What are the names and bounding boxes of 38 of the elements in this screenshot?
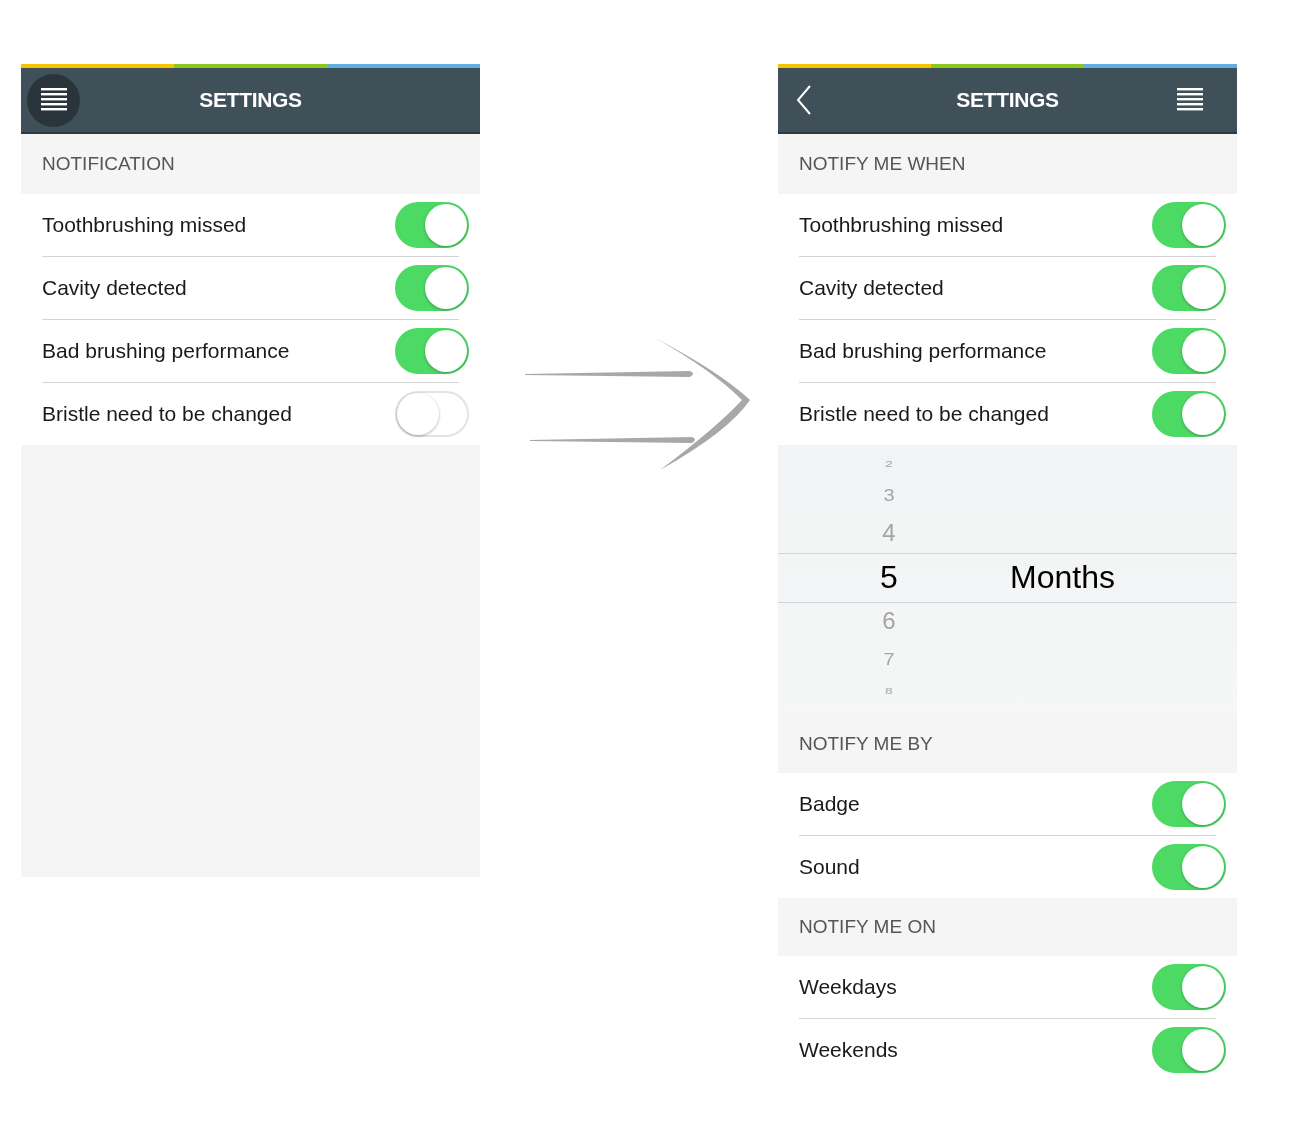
toggle-switch[interactable] [1152,202,1226,248]
setting-label: Weekends [799,1038,898,1062]
setting-label: Sound [799,855,860,879]
picker-value[interactable]: 7 [883,643,895,675]
toggle-switch[interactable] [1152,328,1226,374]
picker-value[interactable]: 4 [882,513,896,553]
setting-label: Badge [799,792,860,816]
setting-label: Bristle need to be changed [799,402,1049,426]
toggle-switch[interactable] [395,265,469,311]
toggle-switch[interactable] [1152,781,1226,827]
picker-value[interactable]: 6 [882,601,896,641]
setting-label: Bad brushing performance [799,339,1047,363]
setting-label: Bad brushing performance [42,339,290,363]
setting-label: Cavity detected [799,276,944,300]
setting-label: Toothbrushing missed [42,213,247,237]
toggle-switch[interactable] [395,202,469,248]
menu-icon [1177,87,1203,113]
screen-title: SETTINGS [199,88,302,112]
toggle-switch[interactable] [1152,844,1226,890]
screen-title: SETTINGS [956,88,1059,112]
toggle-switch[interactable] [395,391,469,437]
back-icon [796,85,812,115]
menu-button[interactable] [27,73,80,127]
toggle-switch[interactable] [395,328,469,374]
menu-icon [40,87,67,113]
picker-value[interactable]: 8 [885,680,893,700]
setting-label: Bristle need to be changed [42,402,292,426]
picker-value[interactable]: 3 [883,479,895,511]
picker-value[interactable]: 5 [880,553,898,601]
picker-value[interactable]: 2 [885,454,893,474]
toggle-switch[interactable] [1152,391,1226,437]
unit-label: Months [1010,557,1115,597]
toggle-switch[interactable] [1152,265,1226,311]
setting-label: Cavity detected [42,276,187,300]
setting-label: Toothbrushing missed [799,213,1004,237]
toggle-switch[interactable] [1152,1027,1226,1073]
setting-label: Weekdays [799,975,897,999]
toggle-switch[interactable] [1152,964,1226,1010]
